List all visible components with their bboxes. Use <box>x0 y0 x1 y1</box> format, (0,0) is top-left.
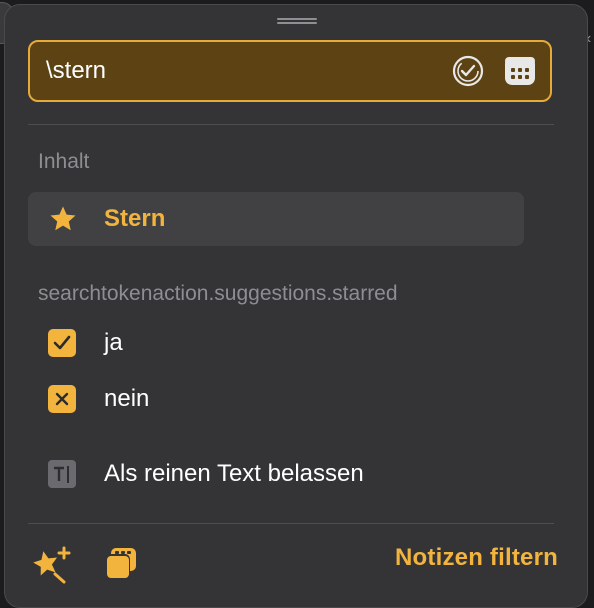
drag-handle-icon[interactable] <box>277 18 317 26</box>
checkbox-x-icon <box>48 385 88 413</box>
search-input[interactable] <box>30 56 450 86</box>
suggestion-label: ja <box>104 329 123 356</box>
suggestion-plain-text[interactable]: Als reinen Text belassen <box>28 447 524 501</box>
filter-notes-button[interactable]: Notizen filtern <box>395 544 558 572</box>
section-label-starred: searchtokenaction.suggestions.starred <box>38 282 398 305</box>
divider <box>28 523 554 524</box>
suggestion-yes[interactable]: ja <box>28 316 524 370</box>
calendar-icon[interactable] <box>502 53 538 89</box>
suggestion-no[interactable]: nein <box>28 372 524 426</box>
suggestion-label: nein <box>104 385 150 412</box>
star-add-icon[interactable] <box>30 544 74 584</box>
search-field[interactable] <box>28 40 552 102</box>
suggestion-label: Stern <box>104 205 166 232</box>
check-circle-icon[interactable] <box>450 53 486 89</box>
checkbox-checked-icon <box>48 329 88 357</box>
text-cursor-icon <box>48 460 88 488</box>
section-label-content: Inhalt <box>38 150 90 173</box>
suggestion-label: Als reinen Text belassen <box>104 460 364 487</box>
stack-icon[interactable] <box>100 546 140 584</box>
divider <box>28 124 554 125</box>
suggestion-star[interactable]: Stern <box>28 192 524 246</box>
star-icon <box>48 204 88 234</box>
